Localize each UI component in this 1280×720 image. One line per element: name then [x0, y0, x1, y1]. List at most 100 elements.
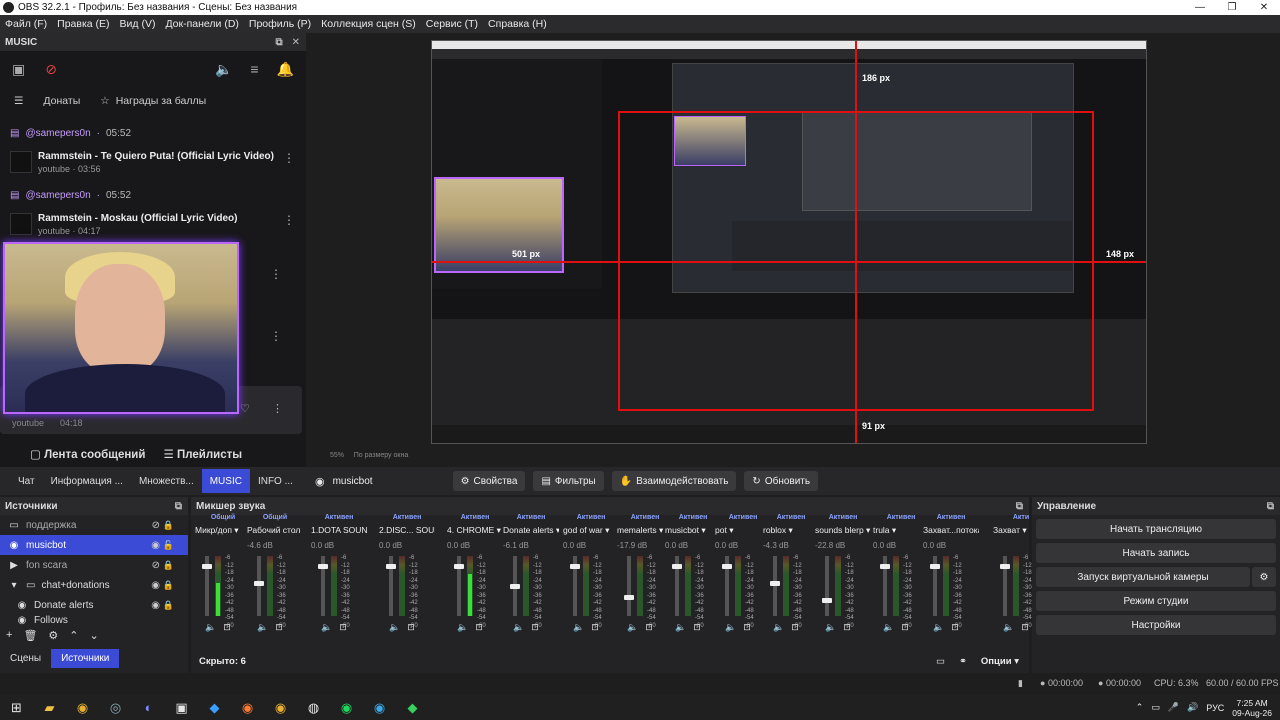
- monitor-icon[interactable]: ⊡: [1021, 622, 1029, 633]
- speaker-icon[interactable]: 🔈: [675, 622, 686, 633]
- more-options-icon[interactable]: ⋮: [270, 329, 282, 343]
- gear-icon[interactable]: ⚙: [48, 629, 58, 642]
- zoom-level[interactable]: 55%: [330, 452, 344, 459]
- settings-button[interactable]: Настройки: [1036, 615, 1276, 635]
- volume-slider-handle[interactable]: [1000, 564, 1010, 570]
- filters-button[interactable]: ▤ Фильтры: [533, 471, 604, 491]
- menu-scene-collection[interactable]: Коллекция сцен (S): [316, 18, 421, 30]
- eye-icon[interactable]: ◉: [151, 580, 160, 591]
- donate-tab[interactable]: Донаты: [43, 95, 80, 107]
- sources-tab[interactable]: Источники: [51, 649, 120, 668]
- channel-name[interactable]: Donate alerts ▾: [503, 525, 559, 536]
- monitor-icon[interactable]: ⊡: [791, 622, 799, 633]
- menu-view[interactable]: Вид (V): [115, 18, 161, 30]
- speaker-icon[interactable]: 🔈: [1003, 622, 1014, 633]
- volume-slider[interactable]: [825, 556, 829, 616]
- channel-name[interactable]: god of war ▾: [563, 525, 619, 536]
- menu-help[interactable]: Справка (H): [483, 18, 552, 30]
- discord-icon[interactable]: ◐: [132, 700, 165, 715]
- monitor-icon[interactable]: ⊡: [693, 622, 701, 633]
- fit-mode[interactable]: По размеру окна: [354, 452, 408, 459]
- player-icon[interactable]: ▣: [12, 61, 25, 78]
- vscode-icon[interactable]: ◆: [198, 700, 231, 716]
- clock[interactable]: 7:25 AM 09-Aug-26: [1232, 698, 1272, 718]
- monitor-icon[interactable]: ⊡: [223, 622, 231, 633]
- virtual-camera-settings-button[interactable]: ⚙: [1252, 567, 1276, 587]
- language-indicator[interactable]: РУС: [1206, 703, 1224, 713]
- steam-icon[interactable]: ◎: [99, 700, 132, 716]
- channel-name[interactable]: 1.DOTA SOUND ▾: [311, 525, 367, 536]
- volume-slider-handle[interactable]: [624, 595, 634, 601]
- hidden-eye-icon[interactable]: ⊘: [152, 560, 160, 571]
- volume-slider-handle[interactable]: [930, 564, 940, 570]
- rewards-tab[interactable]: Награды за баллы: [116, 95, 207, 107]
- tray-arrow-icon[interactable]: ⌃: [1136, 702, 1144, 713]
- volume-slider-handle[interactable]: [202, 564, 212, 570]
- source-item[interactable]: ◉ musicbot ◉ 🔓: [0, 535, 188, 555]
- start-streaming-button[interactable]: Начать трансляцию: [1036, 519, 1276, 539]
- menu-file[interactable]: Файл (F): [0, 18, 52, 30]
- camera-off-icon[interactable]: ⊘: [45, 61, 57, 78]
- monitor-icon[interactable]: ⊡: [531, 622, 539, 633]
- webcam-overlay[interactable]: [3, 242, 239, 414]
- link-icon[interactable]: ⚭: [959, 656, 967, 667]
- speaker-icon[interactable]: 🔈: [773, 622, 784, 633]
- source-item[interactable]: ▶ fon scara ⊘ 🔒: [0, 555, 188, 575]
- volume-slider-handle[interactable]: [386, 564, 396, 570]
- channel-name[interactable]: roblox ▾: [763, 525, 819, 536]
- dock-tab-music[interactable]: MUSIC: [201, 469, 250, 493]
- channel-name[interactable]: trula ▾: [873, 525, 929, 536]
- studio-mode-button[interactable]: Режим студии: [1036, 591, 1276, 611]
- monitor-icon[interactable]: ⊡: [901, 622, 909, 633]
- source-item[interactable]: ◉ Donate alerts ◉ 🔒: [0, 595, 188, 615]
- refresh-button[interactable]: ↻ Обновить: [744, 471, 819, 491]
- lock-icon[interactable]: 🔒: [163, 560, 174, 571]
- lock-icon[interactable]: 🔒: [163, 600, 174, 611]
- network-icon[interactable]: ▭: [1151, 702, 1160, 713]
- close-button[interactable]: ✕: [1248, 0, 1280, 15]
- volume-slider[interactable]: [627, 556, 631, 616]
- volume-icon[interactable]: 🔈: [215, 61, 232, 78]
- speaker-icon[interactable]: 🔈: [627, 622, 638, 633]
- firefox-icon[interactable]: ◉: [231, 700, 264, 716]
- windows-start-icon[interactable]: ⊞: [0, 700, 33, 716]
- speaker-icon[interactable]: 🔈: [205, 622, 216, 633]
- menu-tools[interactable]: Сервис (T): [421, 18, 483, 30]
- scenes-tab[interactable]: Сцены: [0, 649, 51, 668]
- eye-icon[interactable]: ◉: [151, 540, 160, 551]
- feed-tab[interactable]: ▢ Лента сообщений: [30, 447, 145, 461]
- more-options-icon[interactable]: ⋮: [270, 267, 282, 281]
- speaker-icon[interactable]: 🔈: [725, 622, 736, 633]
- dock-tab-info[interactable]: Информация ...: [43, 469, 131, 493]
- volume-slider-handle[interactable]: [880, 564, 890, 570]
- move-down-icon[interactable]: ⌄: [90, 629, 99, 642]
- monitor-icon[interactable]: ⊡: [475, 622, 483, 633]
- expand-arrow-icon[interactable]: ▾: [8, 580, 20, 591]
- telegram-icon[interactable]: ◉: [363, 700, 396, 716]
- speaker-icon[interactable]: 🔊: [1187, 702, 1198, 713]
- monitor-icon[interactable]: ⊡: [951, 622, 959, 633]
- lock-icon[interactable]: 🔓: [163, 540, 174, 551]
- volume-slider-handle[interactable]: [672, 564, 682, 570]
- source-item[interactable]: ▾ ▭ chat+donations ◉ 🔒: [0, 575, 188, 595]
- bell-icon[interactable]: 🔔: [277, 61, 294, 78]
- volume-slider-handle[interactable]: [510, 584, 520, 589]
- speaker-icon[interactable]: 🔈: [825, 622, 836, 633]
- volume-slider-handle[interactable]: [822, 598, 832, 603]
- shield-icon[interactable]: ◆: [396, 700, 429, 716]
- close-icon[interactable]: ✕: [292, 37, 300, 48]
- float-icon[interactable]: ⧉: [1016, 501, 1023, 512]
- eye-icon[interactable]: ◉: [151, 600, 160, 611]
- maximize-button[interactable]: ❐: [1216, 0, 1248, 15]
- more-options-icon[interactable]: ⋮: [283, 151, 295, 165]
- chrome-icon[interactable]: ◉: [66, 700, 99, 716]
- more-options-icon[interactable]: ⋮: [272, 402, 283, 415]
- hidden-eye-icon[interactable]: ⊘: [152, 520, 160, 531]
- lock-icon[interactable]: 🔒: [163, 520, 174, 531]
- monitor-icon[interactable]: ⊡: [843, 622, 851, 633]
- channel-name[interactable]: 4. CHROME ▾: [447, 525, 503, 536]
- options-button[interactable]: Опции ▾: [981, 656, 1019, 667]
- volume-slider-handle[interactable]: [318, 564, 328, 570]
- volume-slider-handle[interactable]: [722, 564, 732, 570]
- speaker-icon[interactable]: 🔈: [257, 622, 268, 633]
